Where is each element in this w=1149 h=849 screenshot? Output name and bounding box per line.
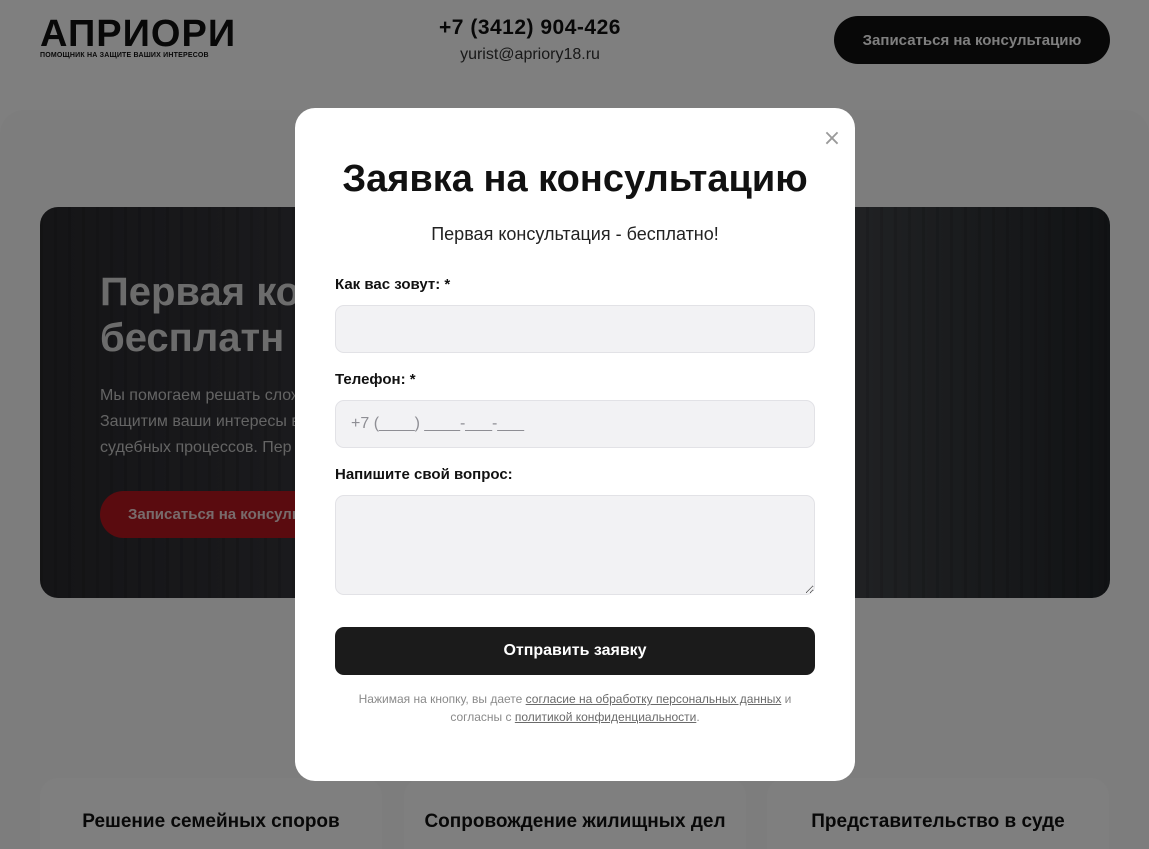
modal-subtitle: Первая консультация - бесплатно!: [431, 224, 719, 244]
question-field-label: Напишите свой вопрос:: [335, 466, 513, 483]
personal-data-consent-link[interactable]: согласие на обработку персональных данны…: [526, 692, 782, 706]
privacy-policy-link[interactable]: политикой конфиденциальности: [515, 710, 696, 724]
name-input[interactable]: [335, 305, 815, 353]
modal-title: Заявка на консультацию: [342, 158, 808, 200]
close-icon[interactable]: ×: [821, 128, 843, 150]
phone-input[interactable]: [335, 400, 815, 448]
submit-request-button[interactable]: Отправить заявку: [335, 627, 815, 675]
phone-field-label: Телефон: *: [335, 371, 416, 388]
name-field-label: Как вас зовут: *: [335, 276, 451, 293]
consent-prefix-text: Нажимая на кнопку, вы даете: [358, 692, 526, 706]
consent-suffix-text: .: [696, 710, 700, 724]
consultation-modal: × Заявка на консультацию Первая консульт…: [295, 108, 855, 781]
question-textarea[interactable]: [335, 495, 815, 595]
consent-notice: Нажимая на кнопку, вы даете согласие на …: [345, 690, 805, 726]
